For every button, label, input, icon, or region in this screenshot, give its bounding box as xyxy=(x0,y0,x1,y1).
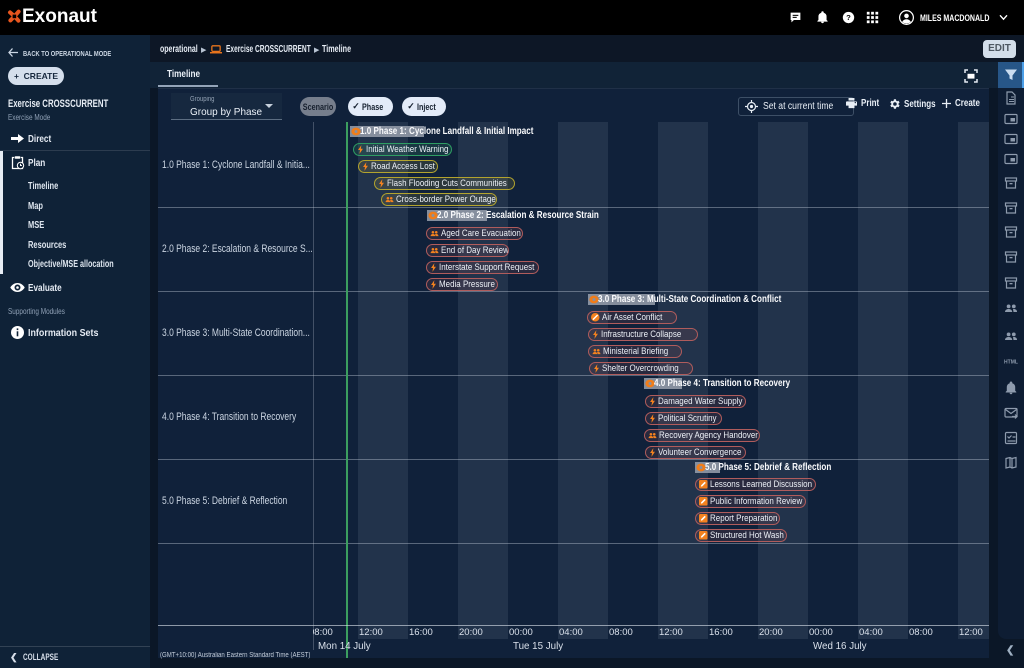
svg-text:?: ? xyxy=(846,13,851,22)
svg-text:HTML: HTML xyxy=(1004,360,1018,366)
